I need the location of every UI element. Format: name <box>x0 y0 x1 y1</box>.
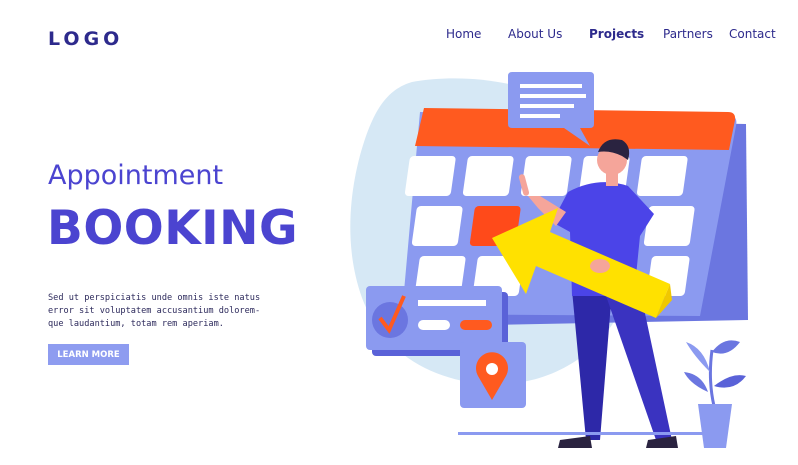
location-pin-icon <box>460 342 526 408</box>
floor-line <box>458 432 708 435</box>
booking-illustration <box>350 72 748 448</box>
plant-icon <box>684 340 746 448</box>
person-hand <box>590 259 610 273</box>
